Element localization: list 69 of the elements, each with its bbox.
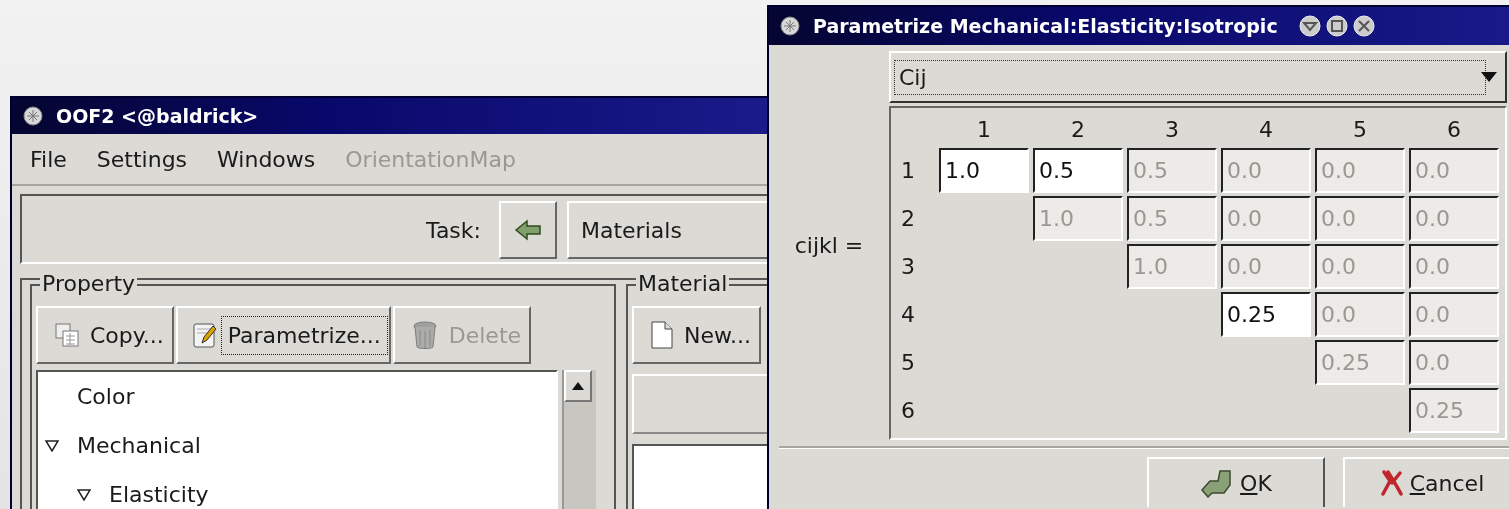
matrix-field[interactable]: 0.0 bbox=[1315, 196, 1405, 241]
matrix-field[interactable]: 1.0 bbox=[1033, 196, 1123, 241]
menu-item[interactable]: Windows bbox=[217, 146, 316, 172]
trash-can-icon bbox=[410, 320, 439, 350]
matrix-field[interactable]: 1.0 bbox=[1127, 244, 1217, 289]
matrix-field[interactable]: 1.0 bbox=[939, 148, 1029, 193]
matrix-field[interactable]: 0.25 bbox=[1221, 292, 1311, 337]
menu-item[interactable]: File bbox=[30, 146, 67, 172]
format-dropdown[interactable]: Cij bbox=[889, 51, 1507, 103]
left-arrow-icon bbox=[514, 219, 542, 241]
row-header: 3 bbox=[900, 253, 916, 279]
column-header: 1 bbox=[976, 116, 992, 142]
toolbar-button[interactable]: New... bbox=[632, 306, 761, 364]
matrix-field[interactable]: 0.0 bbox=[1409, 292, 1499, 337]
cross-icon bbox=[1379, 470, 1404, 496]
toolbar-button[interactable]: Parametrize... bbox=[175, 306, 391, 364]
window-title: OOF2 <@baldrick> bbox=[56, 105, 259, 127]
ok-button[interactable]: OK bbox=[1147, 457, 1325, 507]
row-header: 2 bbox=[900, 205, 916, 231]
column-header: 2 bbox=[1070, 116, 1086, 142]
matrix-field[interactable]: 0.25 bbox=[1315, 340, 1405, 385]
matrix-label: cijkl = bbox=[794, 233, 864, 258]
close-icon[interactable] bbox=[1351, 14, 1376, 38]
column-header: 5 bbox=[1352, 116, 1368, 142]
scroll-up-button[interactable] bbox=[564, 370, 592, 402]
column-header: 3 bbox=[1164, 116, 1180, 142]
window-menu-icon[interactable] bbox=[779, 15, 801, 37]
back-button[interactable] bbox=[499, 201, 557, 259]
expanded-triangle-icon[interactable] bbox=[77, 488, 91, 501]
dropdown-arrow-icon bbox=[1481, 72, 1497, 82]
tree-item[interactable]: Elasticity bbox=[109, 482, 209, 507]
expanded-triangle-icon[interactable] bbox=[45, 439, 59, 452]
notepad-pencil-icon bbox=[191, 321, 218, 349]
matrix-field[interactable]: 0.0 bbox=[1221, 148, 1311, 193]
maximize-icon[interactable] bbox=[1324, 14, 1349, 38]
matrix-field[interactable]: 0.5 bbox=[1127, 148, 1217, 193]
up-arrow-icon bbox=[572, 382, 584, 390]
tree-item[interactable]: Mechanical bbox=[77, 433, 201, 458]
matrix-field[interactable]: 0.0 bbox=[1409, 196, 1499, 241]
cancel-button[interactable]: Cancel bbox=[1343, 457, 1509, 507]
task-label: Task: bbox=[426, 217, 481, 243]
matrix-field[interactable]: 0.0 bbox=[1315, 292, 1405, 337]
matrix-field[interactable]: 0.0 bbox=[1221, 244, 1311, 289]
matrix-field[interactable]: 0.5 bbox=[1033, 148, 1123, 193]
matrix-field[interactable]: 0.5 bbox=[1127, 196, 1217, 241]
material-selector[interactable] bbox=[632, 374, 767, 434]
toolbar-button[interactable]: Copy... bbox=[36, 306, 174, 364]
task-dropdown[interactable]: Materials bbox=[567, 201, 767, 259]
page-icon bbox=[650, 320, 674, 350]
row-header: 5 bbox=[900, 349, 916, 375]
copy-icon bbox=[54, 322, 80, 348]
scrollbar[interactable] bbox=[562, 370, 596, 509]
matrix-field[interactable]: 0.0 bbox=[1409, 148, 1499, 193]
row-header: 6 bbox=[900, 397, 916, 423]
window-title: Parametrize Mechanical:Elasticity:Isotropic bbox=[813, 15, 1278, 37]
matrix-field[interactable]: 0.25 bbox=[1409, 388, 1499, 433]
minimize-icon[interactable] bbox=[1297, 14, 1322, 38]
matrix-field[interactable]: 0.0 bbox=[1315, 244, 1405, 289]
window-menu-icon[interactable] bbox=[22, 105, 44, 127]
matrix-field[interactable]: 0.0 bbox=[1315, 148, 1405, 193]
tree-item[interactable]: Color bbox=[77, 384, 135, 409]
row-header: 1 bbox=[900, 157, 916, 183]
menu-item[interactable]: Settings bbox=[96, 146, 188, 172]
row-header: 4 bbox=[900, 301, 916, 327]
matrix-field[interactable]: 0.0 bbox=[1409, 244, 1499, 289]
matrix-field[interactable]: 0.0 bbox=[1221, 196, 1311, 241]
column-header: 6 bbox=[1446, 116, 1462, 142]
column-header: 4 bbox=[1258, 116, 1274, 142]
matrix-field[interactable]: 0.0 bbox=[1409, 340, 1499, 385]
